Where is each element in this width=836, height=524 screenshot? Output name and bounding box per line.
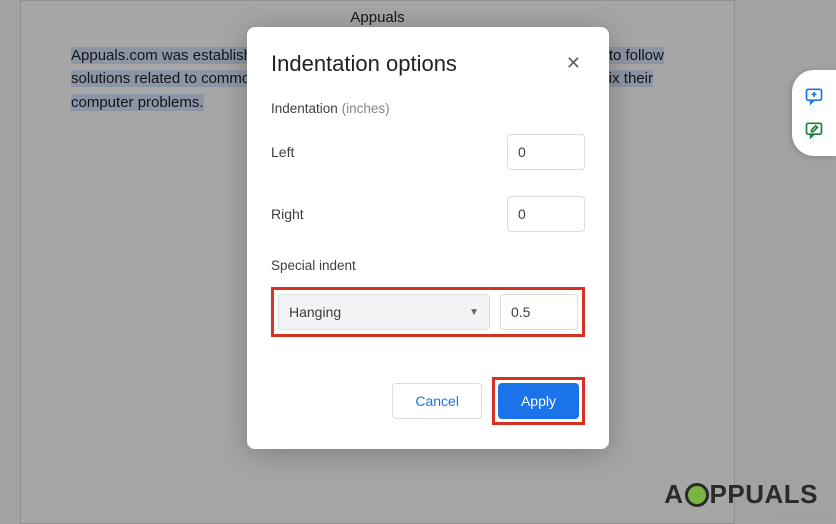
watermark-text: wsxdn.com: [780, 511, 830, 522]
right-indent-row: Right: [271, 196, 585, 232]
left-indent-label: Left: [271, 144, 294, 160]
dialog-header: Indentation options ✕: [271, 51, 585, 77]
right-indent-input[interactable]: [507, 196, 585, 232]
special-indent-label: Special indent: [271, 258, 585, 273]
logo-text-post: PPUALS: [710, 479, 818, 510]
suggest-edit-icon[interactable]: [804, 120, 824, 140]
right-indent-label: Right: [271, 206, 304, 222]
comment-toolbar: [792, 70, 836, 156]
logo-text-pre: A: [664, 479, 683, 510]
special-indent-select[interactable]: Hanging ▼: [278, 294, 490, 330]
cancel-button[interactable]: Cancel: [392, 383, 482, 419]
left-indent-row: Left: [271, 134, 585, 170]
special-indent-highlight: Hanging ▼: [271, 287, 585, 337]
left-indent-input[interactable]: [507, 134, 585, 170]
chevron-down-icon: ▼: [469, 307, 479, 318]
dialog-footer: Cancel Apply: [271, 377, 585, 425]
close-icon[interactable]: ✕: [562, 51, 585, 76]
dialog-title: Indentation options: [271, 51, 457, 77]
apply-button[interactable]: Apply: [498, 383, 579, 419]
indentation-label-text: Indentation: [271, 101, 338, 116]
indentation-hint: (inches): [342, 101, 390, 116]
special-indent-input[interactable]: [500, 294, 578, 330]
appuals-logo: A PPUALS: [664, 479, 818, 510]
add-comment-icon[interactable]: [804, 86, 824, 106]
indentation-dialog: Indentation options ✕ Indentation (inche…: [247, 27, 609, 449]
special-indent-select-value: Hanging: [289, 304, 341, 320]
apply-button-highlight: Apply: [492, 377, 585, 425]
logo-face-icon: [685, 483, 709, 507]
indentation-section-label: Indentation (inches): [271, 101, 585, 116]
